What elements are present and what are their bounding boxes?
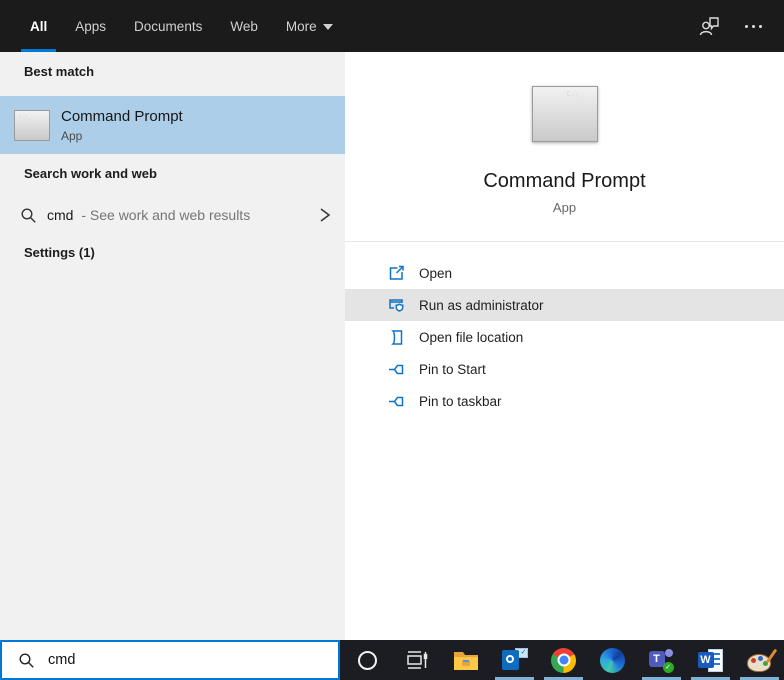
taskbar-search-box[interactable] (0, 640, 340, 680)
web-search-result[interactable]: cmd - See work and web results (0, 197, 345, 233)
run-as-admin-shield-icon (388, 296, 406, 314)
taskbar-icon-cortana[interactable] (343, 640, 392, 680)
tab-more[interactable]: More (277, 0, 342, 52)
taskbar-icon-teams[interactable]: T ✓ (637, 640, 686, 680)
best-match-heading: Best match (24, 64, 95, 79)
best-match-title: Command Prompt (61, 107, 183, 125)
search-results-body: Best match C:\_ Command Prompt App Searc… (0, 52, 784, 640)
tab-more-label: More (285, 18, 317, 34)
topbar-actions (697, 0, 784, 52)
action-run-as-administrator[interactable]: Run as administrator (345, 289, 784, 321)
action-open[interactable]: Open (345, 257, 784, 289)
action-open-file-location[interactable]: Open file location (345, 321, 784, 353)
settings-heading: Settings (1) (24, 245, 95, 260)
best-match-subtitle: App (61, 128, 83, 143)
action-open-file-location-label: Open file location (419, 329, 524, 345)
tab-apps[interactable]: Apps (66, 0, 115, 52)
chevron-down-icon (322, 24, 333, 30)
ellipsis-icon[interactable] (745, 24, 762, 28)
taskbar: T✓ W (340, 640, 784, 680)
bottom-bar: T✓ W (0, 640, 784, 680)
divider (345, 241, 784, 242)
taskbar-icon-task-view[interactable] (392, 640, 441, 680)
tab-web[interactable]: Web (221, 0, 267, 52)
pin-icon (388, 360, 406, 378)
file-explorer-icon (453, 652, 478, 670)
web-search-suffix: - See work and web results (81, 207, 251, 223)
chrome-icon (551, 647, 576, 673)
chevron-right-icon[interactable] (318, 207, 331, 223)
windows-search-flyout: All Apps Documents Web More Best match C… (0, 0, 784, 680)
action-run-as-administrator-label: Run as administrator (419, 297, 544, 313)
search-filter-bar: All Apps Documents Web More (0, 0, 784, 52)
search-icon (18, 652, 35, 669)
results-panel: Best match C:\_ Command Prompt App Searc… (0, 52, 345, 640)
word-icon: W (697, 648, 724, 673)
taskbar-icon-chrome[interactable] (539, 640, 588, 680)
user-feedback-icon[interactable] (697, 14, 721, 38)
outlook-icon (501, 648, 528, 672)
taskbar-icon-edge[interactable] (588, 640, 637, 680)
tab-apps-label: Apps (75, 18, 107, 34)
web-search-query: cmd (47, 207, 74, 223)
preview-app-name: Command Prompt (483, 170, 646, 192)
taskbar-icon-paint[interactable] (735, 640, 784, 680)
best-match-result-command-prompt[interactable]: C:\_ Command Prompt App (0, 96, 345, 154)
action-pin-to-taskbar[interactable]: Pin to taskbar (345, 385, 784, 417)
command-prompt-icon: C:\_ (14, 109, 50, 141)
taskbar-icon-word[interactable]: W (686, 640, 735, 680)
action-pin-to-start-label: Pin to Start (419, 361, 486, 377)
tab-documents[interactable]: Documents (125, 0, 211, 52)
teams-icon: T ✓ (648, 648, 675, 673)
search-input[interactable] (48, 652, 298, 668)
action-open-label: Open (419, 265, 453, 281)
taskbar-icon-outlook[interactable] (490, 640, 539, 680)
file-location-icon (388, 328, 406, 346)
taskbar-icon-file-explorer[interactable] (441, 640, 490, 680)
search-icon (20, 207, 37, 224)
context-actions: Open Run as administrator Open file loca… (345, 257, 784, 417)
paint-icon (746, 648, 777, 672)
preview-panel: C:\_ Command Prompt App Open (345, 52, 784, 640)
tab-all[interactable]: All (21, 0, 57, 52)
filter-tabs: All Apps Documents Web More (0, 0, 347, 52)
web-search-heading: Search work and web (24, 166, 157, 181)
command-prompt-icon-large: C:\_ (531, 86, 598, 142)
preview-app-type: App (552, 200, 577, 215)
cortana-icon (358, 650, 377, 670)
pin-icon (388, 392, 406, 410)
action-pin-to-taskbar-label: Pin to taskbar (419, 393, 502, 409)
tab-documents-label: Documents (134, 18, 203, 34)
edge-icon (600, 647, 625, 673)
action-pin-to-start[interactable]: Pin to Start (345, 353, 784, 385)
tab-web-label: Web (230, 18, 258, 34)
tab-all-label: All (30, 18, 48, 34)
open-in-new-window-icon (388, 264, 406, 282)
task-view-icon (406, 651, 427, 669)
